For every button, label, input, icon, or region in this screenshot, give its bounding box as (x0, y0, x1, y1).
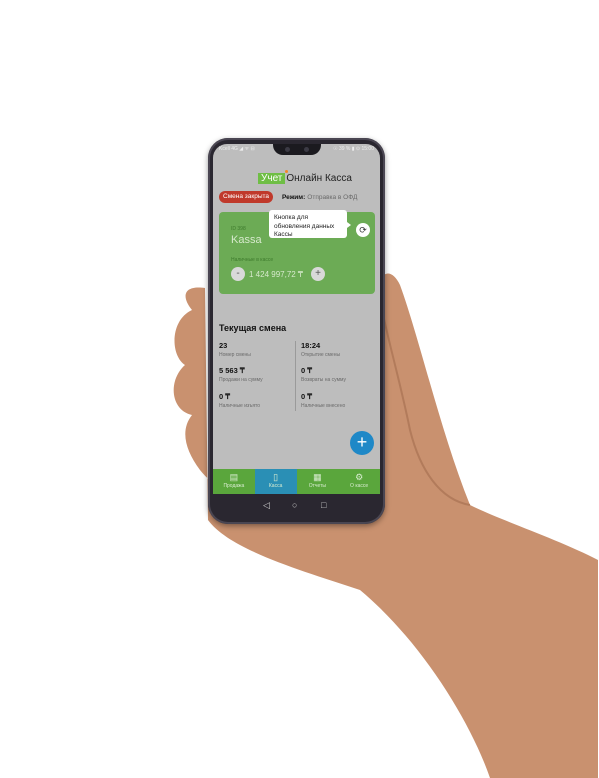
withdraw-button[interactable]: - (231, 267, 245, 281)
mode-indicator: Режим: Отправка в ОФД (282, 194, 357, 201)
stat-value: 0 ₸ (301, 392, 313, 401)
logo-name: Онлайн Касса (286, 173, 352, 184)
refresh-button[interactable]: ⟳ (356, 223, 370, 237)
nav-label: Продажа (223, 483, 245, 489)
kassa-name: Kassa (231, 234, 262, 246)
nav-item-reports[interactable]: ▦ Отчеты (297, 469, 339, 494)
current-shift-title: Текущая смена (219, 323, 287, 333)
receipt-icon: ▤ (229, 472, 239, 482)
status-left: Kcell 4G ◢ ᯤ ⊟ (219, 146, 255, 152)
recent-apps-icon[interactable]: □ (321, 500, 326, 510)
shift-status-badge[interactable]: Смена закрыта (219, 191, 274, 203)
camera-icon (285, 147, 290, 152)
back-icon[interactable]: ◁ (263, 500, 270, 511)
cash-label: Наличные в кассе (231, 257, 274, 263)
home-icon[interactable]: ○ (292, 500, 297, 510)
cash-register-icon: ▯ (273, 472, 279, 482)
mode-value: Отправка в ОФД (307, 194, 358, 201)
system-nav-bar: ◁ ○ □ (213, 494, 380, 518)
bottom-nav: ▤ Продажа ▯ Касса ▦ Отчеты ⚙ О кассе (213, 469, 380, 494)
shift-stats: 23 Номер смены 18:24 Открытие смены 5 56… (219, 341, 375, 416)
stat-label: Открытие смены (301, 352, 341, 358)
stat-sales: 5 563 ₸ Продажи на сумму (219, 366, 289, 383)
kassa-id: ID 398 (231, 226, 246, 232)
camera-icon (304, 147, 309, 152)
nav-item-about[interactable]: ⚙ О кассе (338, 469, 380, 494)
stat-label: Наличные внесено (301, 403, 346, 409)
refresh-icon: ⟳ (359, 225, 367, 235)
deposit-button[interactable]: + (311, 267, 325, 281)
stat-value: 0 ₸ (301, 366, 313, 375)
stat-value: 5 563 ₸ (219, 366, 245, 375)
logo-dot (285, 170, 288, 173)
reports-icon: ▦ (313, 472, 322, 482)
refresh-tooltip: Кнопка для обновления данных Кассы (269, 210, 351, 238)
nav-label: О кассе (350, 483, 369, 489)
nav-label: Отчеты (308, 483, 327, 489)
status-right: ☉ 39 % ▮ ⊙ 15:00 (333, 146, 374, 152)
app-logo: Учет Онлайн Касса (258, 170, 352, 185)
stat-value: 18:24 (301, 341, 321, 350)
nav-item-kassa[interactable]: ▯ Касса (254, 469, 297, 494)
mode-label: Режим: (282, 194, 306, 201)
camera-notch (273, 144, 321, 155)
nav-label: Касса (268, 483, 283, 489)
stat-label: Номер смены (219, 352, 251, 358)
gear-icon: ⚙ (355, 472, 364, 482)
stat-value: 0 ₸ (219, 392, 231, 401)
stat-shift-number: 23 Номер смены (219, 341, 289, 358)
app-screen: Kcell 4G ◢ ᯤ ⊟ ☉ 39 % ▮ ⊙ 15:00 Учет Онла… (213, 144, 380, 494)
phone-frame: Kcell 4G ◢ ᯤ ⊟ ☉ 39 % ▮ ⊙ 15:00 Учет Онла… (208, 138, 385, 524)
stats-divider (295, 341, 296, 411)
stat-cash-deposited: 0 ₸ Наличные внесено (301, 392, 371, 409)
nav-item-sales[interactable]: ▤ Продажа (213, 469, 255, 494)
stat-cash-withdrawn: 0 ₸ Наличные изъято (219, 392, 289, 409)
stat-shift-open: 18:24 Открытие смены (301, 341, 371, 358)
add-fab-button[interactable]: + (350, 431, 374, 455)
logo-tag: Учет (258, 173, 286, 184)
stat-label: Продажи на сумму (219, 377, 263, 383)
cash-amount: 1 424 997,72 ₸ (249, 270, 304, 279)
stat-label: Наличные изъято (219, 403, 261, 409)
stat-label: Возвраты на сумму (301, 377, 347, 383)
stat-returns: 0 ₸ Возвраты на сумму (301, 366, 371, 383)
stat-value: 23 (219, 341, 228, 350)
